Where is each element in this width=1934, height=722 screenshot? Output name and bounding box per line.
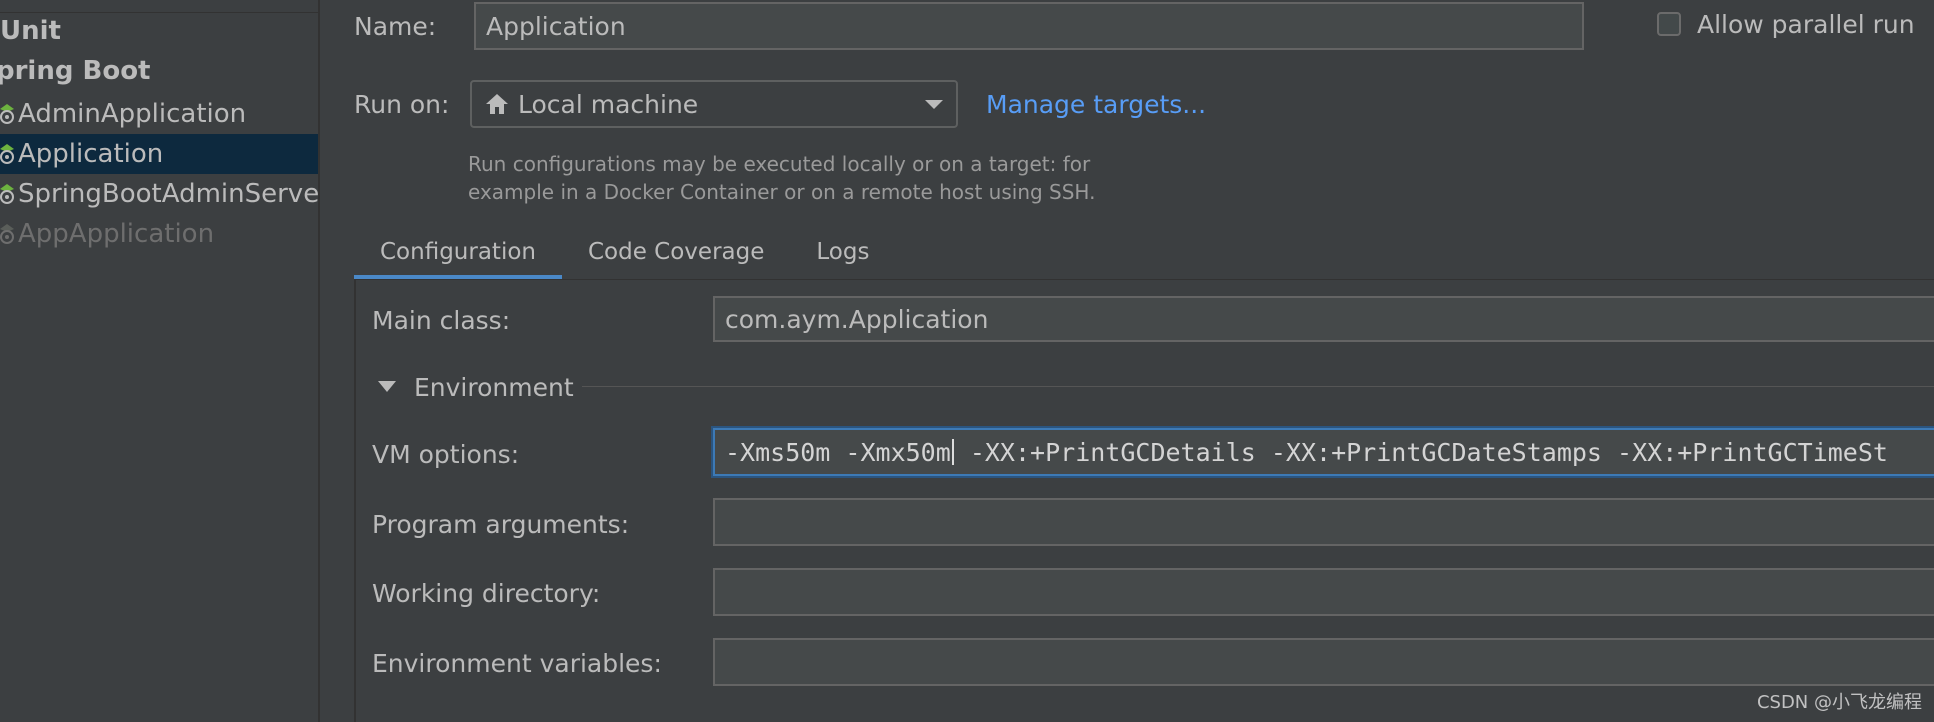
tree-group-label: Unit <box>0 16 61 46</box>
tab-label: Code Coverage <box>587 239 765 265</box>
allow-parallel-run-checkbox[interactable] <box>1657 12 1681 36</box>
vm-options-value-before-cursor: -Xms50m -Xmx50m <box>725 437 951 467</box>
chevron-down-icon <box>925 100 943 109</box>
collapse-triangle-icon[interactable] <box>378 381 396 392</box>
tree-group-junit[interactable]: Unit <box>0 16 61 46</box>
tree-item-admin-application[interactable]: AdminApplication <box>0 94 318 134</box>
tree-item-label: SpringBootAdminServer <box>18 179 320 209</box>
watermark: CSDN @小飞龙编程 <box>1756 692 1922 713</box>
environment-section-title[interactable]: Environment <box>414 373 574 402</box>
allow-parallel-run-label[interactable]: Allow parallel run <box>1697 10 1915 39</box>
config-tree-sidebar: Unit pring Boot AdminApplication Applica… <box>0 0 320 722</box>
main-class-field[interactable]: com.aym.Application <box>713 296 1934 342</box>
tree-item-application[interactable]: Application <box>0 134 318 174</box>
vm-options-label: VM options: <box>372 440 520 469</box>
name-field-value: Application <box>486 11 626 41</box>
program-arguments-label: Program arguments: <box>372 510 630 539</box>
run-on-label: Run on: <box>354 90 450 119</box>
spring-boot-icon <box>0 224 14 244</box>
environment-variables-field[interactable] <box>713 638 1934 686</box>
program-arguments-field[interactable] <box>713 498 1934 546</box>
spring-boot-icon <box>0 184 14 204</box>
tree-item-label: Application <box>18 139 164 169</box>
tree-group-spring-boot[interactable]: pring Boot <box>0 56 151 86</box>
tree-item-label: AppApplication <box>18 219 215 249</box>
home-icon <box>486 94 508 114</box>
tree-group-label: pring Boot <box>0 56 151 86</box>
tree-item-spring-boot-admin-server[interactable]: SpringBootAdminServer <box>0 174 318 214</box>
name-label: Name: <box>354 12 437 41</box>
working-directory-field[interactable] <box>713 568 1934 616</box>
main-class-value: com.aym.Application <box>725 304 989 334</box>
vm-options-value-after-cursor: -XX:+PrintGCDetails -XX:+PrintGCDateStam… <box>954 437 1888 467</box>
tree-item-label: AdminApplication <box>18 99 247 129</box>
divider <box>0 12 318 13</box>
main-class-label: Main class: <box>372 306 511 335</box>
working-directory-label: Working directory: <box>372 579 601 608</box>
spring-boot-icon <box>0 144 14 164</box>
tab-logs[interactable]: Logs <box>790 224 895 280</box>
text-cursor <box>951 439 954 465</box>
spring-boot-icon <box>0 104 14 124</box>
environment-variables-label: Environment variables: <box>372 649 662 678</box>
tab-code-coverage[interactable]: Code Coverage <box>562 224 790 280</box>
manage-targets-link[interactable]: Manage targets... <box>986 90 1206 119</box>
tab-label: Logs <box>816 239 870 265</box>
section-divider <box>582 386 1934 387</box>
name-field[interactable]: Application <box>474 2 1584 50</box>
run-on-hint-line1: Run configurations may be executed local… <box>468 152 1091 176</box>
run-on-hint-line2: example in a Docker Container or on a re… <box>468 180 1096 204</box>
tab-configuration[interactable]: Configuration <box>354 224 562 280</box>
run-on-select[interactable]: Local machine <box>470 80 958 128</box>
config-tabs: Configuration Code Coverage Logs <box>354 224 895 280</box>
vm-options-field[interactable]: -Xms50m -Xmx50m -XX:+PrintGCDetails -XX:… <box>713 428 1934 476</box>
tree-item-app-application[interactable]: AppApplication <box>0 214 318 254</box>
run-on-value: Local machine <box>518 89 699 119</box>
tab-label: Configuration <box>380 239 536 265</box>
